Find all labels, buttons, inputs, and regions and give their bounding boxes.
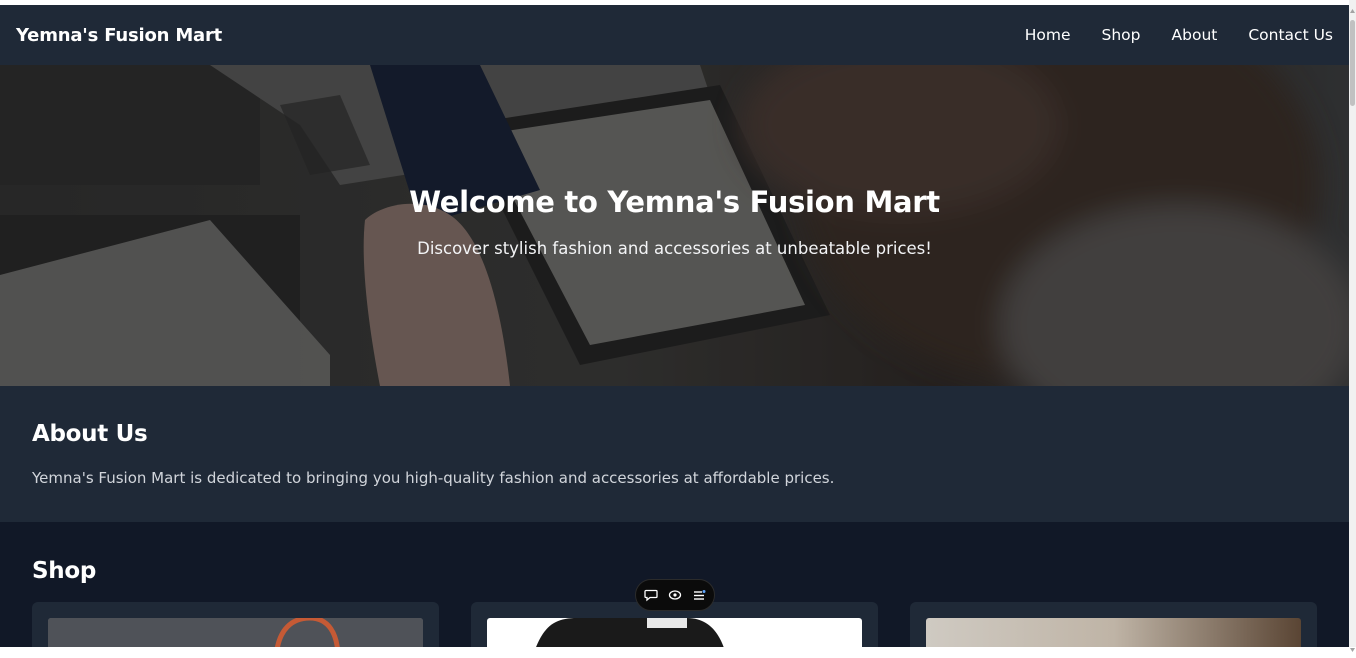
brand-logo[interactable]: Yemna's Fusion Mart bbox=[16, 25, 222, 46]
list-icon[interactable] bbox=[692, 588, 706, 602]
product-image[interactable] bbox=[48, 618, 423, 647]
about-text: Yemna's Fusion Mart is dedicated to brin… bbox=[32, 469, 835, 487]
about-heading: About Us bbox=[32, 421, 148, 447]
hero-section: Welcome to Yemna's Fusion Mart Discover … bbox=[0, 65, 1349, 386]
hero-content: Welcome to Yemna's Fusion Mart Discover … bbox=[0, 185, 1349, 258]
main-nav: Home Shop About Contact Us bbox=[994, 26, 1333, 44]
nav-contact[interactable]: Contact Us bbox=[1248, 26, 1333, 44]
site-header: Yemna's Fusion Mart Home Shop About Cont… bbox=[0, 5, 1349, 65]
nav-shop[interactable]: Shop bbox=[1102, 26, 1141, 44]
product-card[interactable] bbox=[32, 602, 439, 647]
nav-about[interactable]: About bbox=[1172, 26, 1218, 44]
chat-icon[interactable] bbox=[644, 588, 658, 602]
hero-title: Welcome to Yemna's Fusion Mart bbox=[409, 185, 940, 219]
scrollbar[interactable] bbox=[1349, 0, 1356, 652]
scroll-thumb[interactable] bbox=[1350, 20, 1355, 106]
product-card[interactable] bbox=[910, 602, 1317, 647]
scroll-down-arrow[interactable] bbox=[1349, 639, 1356, 652]
page: Yemna's Fusion Mart Home Shop About Cont… bbox=[0, 5, 1349, 647]
floating-toolbar bbox=[635, 579, 715, 611]
eye-icon[interactable] bbox=[668, 588, 682, 602]
nav-home[interactable]: Home bbox=[1025, 26, 1071, 44]
about-section: About Us Yemna's Fusion Mart is dedicate… bbox=[0, 386, 1349, 522]
product-image[interactable] bbox=[926, 618, 1301, 647]
scroll-up-arrow[interactable] bbox=[1349, 0, 1356, 13]
product-image[interactable] bbox=[487, 618, 862, 647]
hero-subtitle: Discover stylish fashion and accessories… bbox=[417, 239, 932, 258]
